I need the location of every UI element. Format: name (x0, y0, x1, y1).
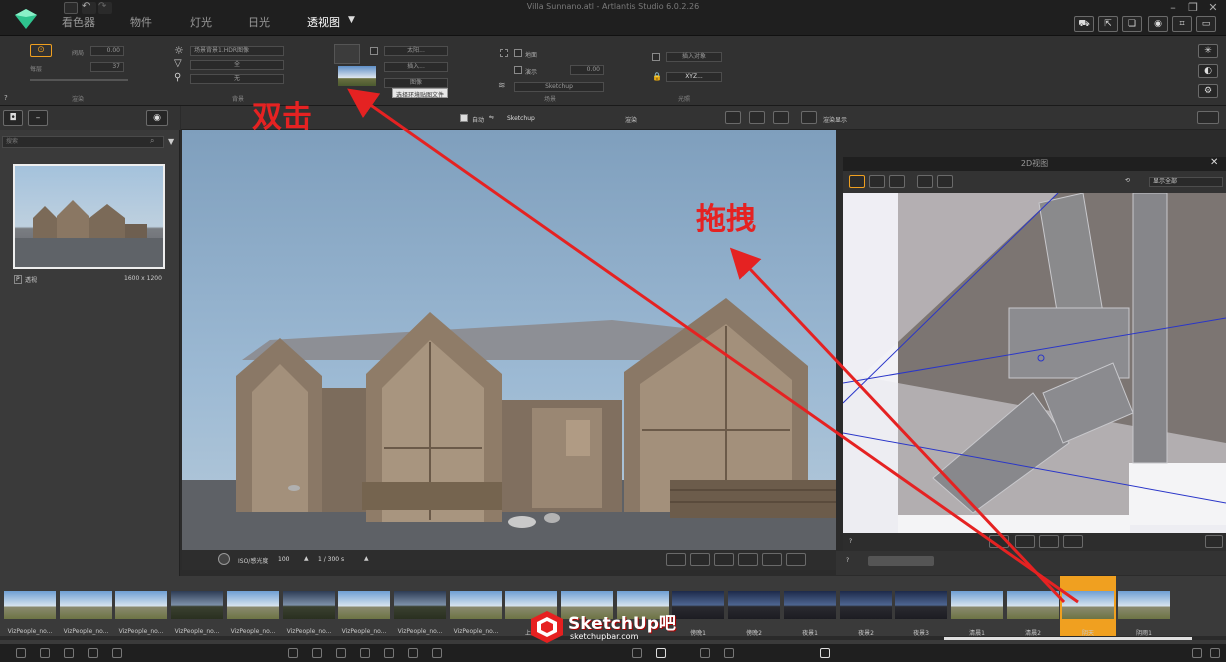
double-click-annotation: 双击 (252, 100, 312, 135)
drag-annotation: 拖拽 (696, 202, 756, 237)
annotation-arrows (347, 88, 1079, 604)
drag-arrow (729, 247, 1066, 604)
double-click-arrow (347, 88, 1079, 604)
